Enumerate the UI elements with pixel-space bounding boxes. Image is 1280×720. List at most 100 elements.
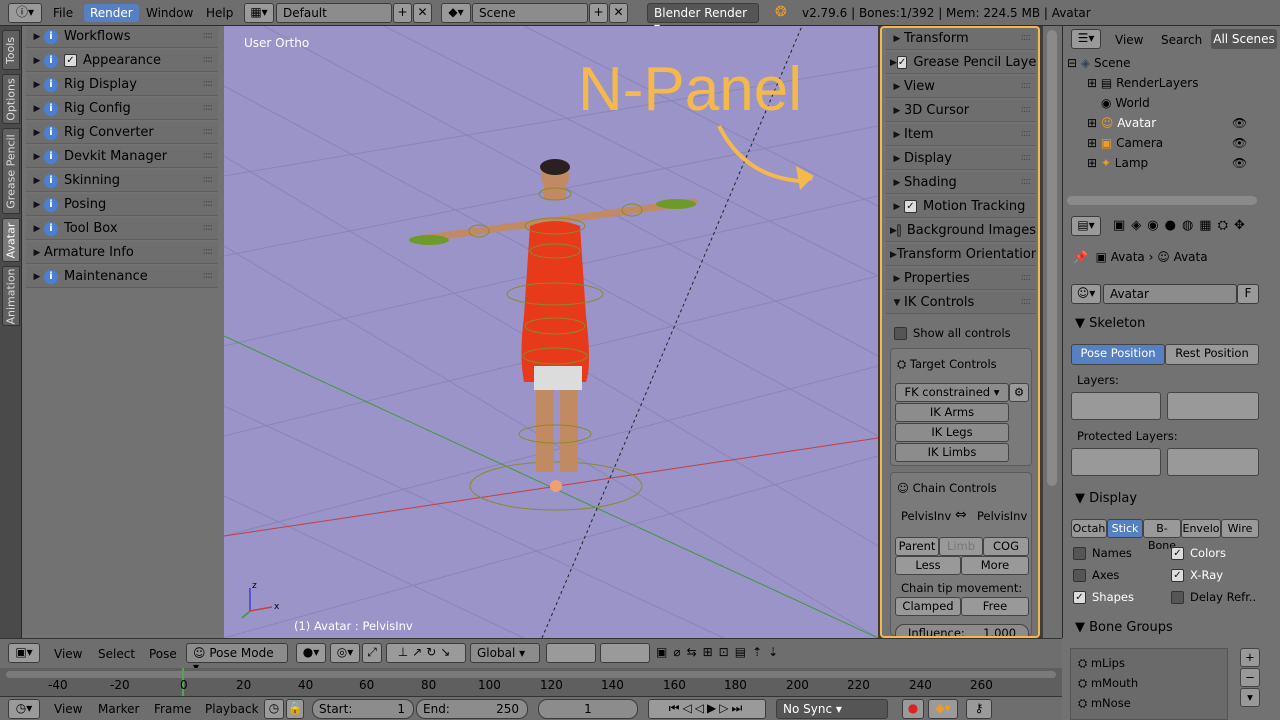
colors-option[interactable]: ✓ Colors (1171, 546, 1226, 560)
eye-icon[interactable]: 👁 (1232, 116, 1247, 130)
less-button[interactable]: Less (895, 556, 961, 575)
motion-tracking-checkbox[interactable]: ✓ (904, 200, 917, 213)
info-icon[interactable]: i (44, 53, 58, 68)
shapes-checkbox[interactable]: ✓ (1073, 590, 1086, 604)
info-icon[interactable]: i (44, 221, 58, 236)
menu-window[interactable]: Window (146, 6, 193, 20)
names-checkbox[interactable] (1073, 546, 1086, 560)
fake-user-button[interactable]: F (1237, 284, 1259, 304)
bone-group-item[interactable]: ⛭ mNose (1078, 696, 1131, 711)
display-stick-button[interactable]: Stick (1107, 519, 1143, 538)
ik-limbs-button[interactable]: IK Limbs (895, 443, 1009, 462)
info-icon[interactable]: i (44, 77, 58, 92)
all-scenes-select[interactable]: All Scenes (1211, 29, 1277, 49)
timeline-view-menu[interactable]: View (54, 702, 82, 716)
screen-layout-field[interactable]: Default (276, 3, 392, 23)
grip-icon[interactable]: :::: (203, 246, 214, 257)
mode-select[interactable]: ☺ Pose Mode ▾ (186, 643, 288, 674)
editor-type-info-icon[interactable]: ⓘ▾ (8, 3, 42, 23)
grip-icon[interactable]: :::: (1021, 80, 1032, 91)
current-frame-field[interactable]: 1 (538, 699, 638, 719)
marker-menu[interactable]: Marker (98, 702, 139, 716)
section-view[interactable]: ▶ View:::: (886, 76, 1036, 98)
outliner-view-menu[interactable]: View (1115, 33, 1143, 47)
bone-group-item[interactable]: ⛭ mMouth (1078, 676, 1138, 691)
bone-groups-header[interactable]: ▼ Bone Groups (1075, 620, 1173, 635)
panel-rig-display[interactable]: ▶ i Rig Display:::: (26, 74, 218, 96)
armature-name-field[interactable]: Avatar (1103, 284, 1237, 304)
expand-icon[interactable]: ⊞ (1087, 136, 1097, 150)
transform-manipulators[interactable]: ⊥↗↻↘ (386, 643, 466, 663)
ik-legs-button[interactable]: IK Legs (895, 423, 1009, 442)
layers-buttons-a[interactable] (546, 643, 596, 663)
grip-icon[interactable]: :::: (1021, 104, 1032, 115)
grip-icon[interactable]: :::: (1021, 128, 1032, 139)
outliner-item-lamp[interactable]: ⊞ ✦ Lamp 👁 (1087, 153, 1280, 173)
tab-avatar[interactable]: Avatar (2, 218, 20, 262)
manipulator-icon[interactable]: ⤢ (362, 643, 382, 663)
info-icon[interactable]: i (44, 197, 58, 212)
clamped-button[interactable]: Clamped (895, 597, 961, 616)
grip-icon[interactable]: :::: (1021, 272, 1032, 283)
section-display[interactable]: ▶ Display:::: (886, 148, 1036, 170)
outliner-scrollbar[interactable] (1067, 196, 1257, 205)
grip-icon[interactable]: :::: (203, 126, 214, 137)
display-wire-button[interactable]: Wire (1221, 519, 1259, 538)
outliner-search-menu[interactable]: Search (1161, 33, 1202, 47)
menu-file[interactable]: File (53, 6, 73, 20)
outliner-item-world[interactable]: ◉ World (1101, 93, 1280, 113)
select-menu[interactable]: Select (98, 647, 135, 661)
appearance-checkbox[interactable]: ✓ (64, 54, 77, 67)
view-menu[interactable]: View (54, 647, 82, 661)
scrollbar-thumb[interactable] (1047, 30, 1057, 486)
xray-checkbox[interactable]: ✓ (1171, 568, 1184, 582)
limb-button[interactable]: Limb (939, 537, 983, 556)
outliner-item-renderlayers[interactable]: ⊞ ▤ RenderLayers (1087, 73, 1280, 93)
panel-tool-box[interactable]: ▶ i Tool Box:::: (26, 218, 218, 240)
background-images-checkbox[interactable] (896, 224, 901, 237)
ik-settings-icon[interactable]: ⚙ (1009, 383, 1029, 402)
section-shading[interactable]: ▶ Shading:::: (886, 172, 1036, 194)
grip-icon[interactable]: :::: (203, 270, 214, 281)
lock-icon[interactable]: 🔒 (286, 699, 304, 719)
viewport-shading-icon[interactable]: ●▾ (296, 643, 326, 663)
pin-icon[interactable]: 📌 (1073, 250, 1088, 264)
more-button[interactable]: More (961, 556, 1029, 575)
section-ik-controls[interactable]: ▼ IK Controls:::: (886, 292, 1036, 314)
colors-checkbox[interactable]: ✓ (1171, 546, 1184, 560)
add-group-icon[interactable]: + (1240, 648, 1260, 667)
armature-data-icon[interactable]: ☺▾ (1071, 284, 1101, 304)
keyframe-icon[interactable]: ⚷ (966, 699, 992, 719)
display-header[interactable]: ▼ Display (1075, 491, 1137, 506)
skeleton-header[interactable]: ▼ Skeleton (1075, 316, 1145, 331)
protected-layers-grid-a[interactable] (1071, 448, 1161, 476)
record-icon[interactable]: ● (902, 699, 924, 719)
bone-group-item[interactable]: ⛭ mLips (1078, 656, 1125, 671)
grip-icon[interactable]: :::: (203, 150, 214, 161)
axes-checkbox[interactable] (1073, 568, 1086, 582)
layers-grid-a[interactable] (1071, 392, 1161, 420)
timeline-scrollbar[interactable] (6, 671, 1056, 678)
grip-icon[interactable]: :::: (203, 54, 214, 65)
free-button[interactable]: Free (961, 597, 1029, 616)
panel-rig-converter[interactable]: ▶ i Rig Converter:::: (26, 122, 218, 144)
section-transform[interactable]: ▶ Transform:::: (886, 28, 1036, 50)
frame-menu[interactable]: Frame (154, 702, 191, 716)
display-bbone-button[interactable]: B-Bone (1143, 519, 1181, 552)
menu-render[interactable]: Render (84, 4, 139, 22)
delay-refresh-checkbox[interactable] (1171, 590, 1184, 604)
panel-armature-info[interactable]: ▶ Armature Info:::: (26, 242, 218, 264)
panel-skinning[interactable]: ▶ i Skinning:::: (26, 170, 218, 192)
eye-icon[interactable]: 👁 (1232, 136, 1247, 150)
collapse-icon[interactable]: ⊟ (1067, 56, 1077, 70)
add-layout-icon[interactable]: + (393, 3, 412, 23)
grip-icon[interactable]: :::: (203, 102, 214, 113)
section-grease-pencil-layers[interactable]: ▶ ✓ Grease Pencil Layers (886, 52, 1036, 74)
tab-grease-pencil[interactable]: Grease Pencil (2, 128, 20, 214)
eye-icon[interactable]: 👁 (1232, 156, 1247, 170)
section-motion-tracking[interactable]: ▶ ✓ Motion Tracking (886, 196, 1036, 218)
panel-workflows[interactable]: ▶ i Workflows:::: (26, 26, 218, 48)
info-icon[interactable]: i (44, 173, 58, 188)
n-panel-scrollbar[interactable] (1043, 26, 1062, 638)
render-engine-select[interactable]: Blender Render ▾ (647, 3, 759, 34)
